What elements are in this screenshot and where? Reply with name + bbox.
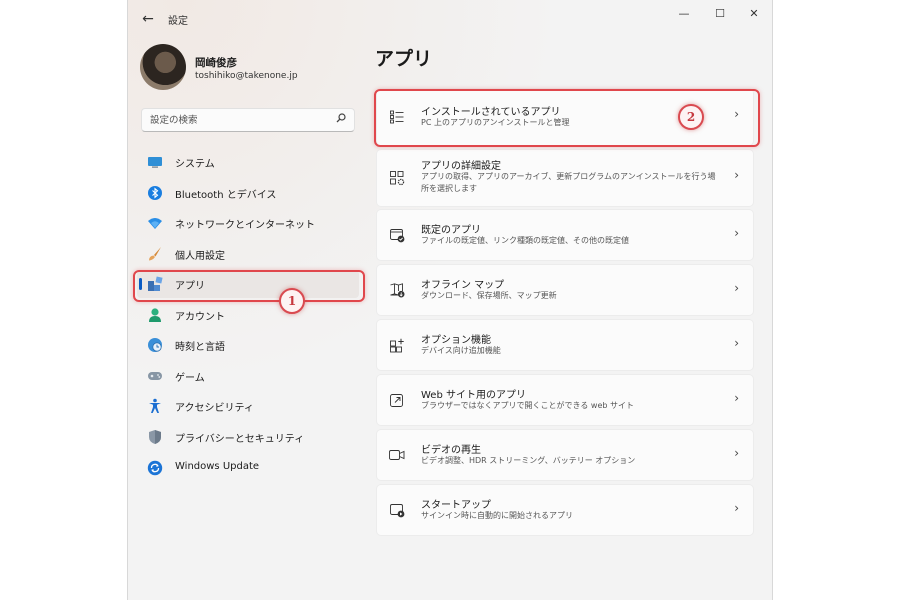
avatar[interactable] xyxy=(140,44,186,90)
sidebar-item-label: Bluetooth とデバイス xyxy=(175,190,277,201)
monitor-icon xyxy=(147,154,163,170)
sidebar-item-label: プライバシーとセキュリティ xyxy=(175,434,305,445)
bluetooth-icon xyxy=(147,185,163,201)
card-offline-maps[interactable]: オフライン マップ ダウンロード、保存場所、マップ更新 › xyxy=(376,264,754,316)
sidebar-item-label: Windows Update xyxy=(175,461,260,472)
sidebar-item-personalization[interactable]: 個人用設定 xyxy=(137,240,359,268)
step-badge-1: 1 xyxy=(279,288,305,314)
startup-icon xyxy=(389,502,405,518)
title-bar: ← 設定 — ☐ ✕ xyxy=(128,0,772,38)
sidebar-item-label: 時刻と言語 xyxy=(175,342,225,353)
wifi-icon xyxy=(147,215,163,231)
card-video-playback[interactable]: ビデオの再生 ビデオ調整、HDR ストリーミング、バッテリー オプション › xyxy=(376,429,754,481)
sidebar-item-windows-update[interactable]: Windows Update xyxy=(137,454,359,482)
step-badge-2: 2 xyxy=(678,104,704,130)
sidebar-item-accessibility[interactable]: アクセシビリティ xyxy=(137,392,359,420)
search-icon[interactable] xyxy=(336,113,346,126)
minimize-button[interactable]: — xyxy=(670,6,698,22)
card-title: オフライン マップ xyxy=(421,280,505,291)
globe-clock-icon xyxy=(147,337,163,353)
card-optional-features[interactable]: オプション機能 デバイス向け追加機能 › xyxy=(376,319,754,371)
page-title: アプリ xyxy=(375,48,433,70)
chevron-right-icon: › xyxy=(734,168,739,182)
brush-icon xyxy=(147,246,163,262)
sidebar-item-label: アカウント xyxy=(175,312,225,323)
card-description: アプリの取得、アプリのアーカイブ、更新プログラムのアンインストールを行う場所を選… xyxy=(421,172,716,193)
map-download-icon xyxy=(389,282,405,298)
card-description: サインイン時に自動的に開始されるアプリ xyxy=(421,511,573,520)
close-button[interactable]: ✕ xyxy=(740,6,768,22)
sidebar-item-accounts[interactable]: アカウント xyxy=(137,301,359,329)
card-title: 既定のアプリ xyxy=(421,225,481,236)
card-description: ダウンロード、保存場所、マップ更新 xyxy=(421,291,557,300)
card-title: アプリの詳細設定 xyxy=(421,161,501,172)
default-app-icon xyxy=(389,227,405,243)
chevron-right-icon: › xyxy=(734,446,739,460)
gamepad-icon xyxy=(147,368,163,384)
card-default-apps[interactable]: 既定のアプリ ファイルの既定値、リンク種類の既定値、その他の既定値 › xyxy=(376,209,754,261)
card-title: ビデオの再生 xyxy=(421,445,481,456)
search-box xyxy=(141,108,355,132)
card-title: オプション機能 xyxy=(421,335,491,346)
sidebar-item-label: 個人用設定 xyxy=(175,251,225,262)
chevron-right-icon: › xyxy=(734,391,739,405)
sidebar-item-label: ゲーム xyxy=(175,373,205,384)
maximize-button[interactable]: ☐ xyxy=(706,6,734,22)
shield-icon xyxy=(147,429,163,445)
sidebar-item-time-language[interactable]: 時刻と言語 xyxy=(137,331,359,359)
video-icon xyxy=(389,447,405,463)
back-button[interactable]: ← xyxy=(138,9,158,29)
accessibility-icon xyxy=(147,398,163,414)
card-startup[interactable]: スタートアップ サインイン時に自動的に開始されるアプリ › xyxy=(376,484,754,536)
user-email: toshihiko@takenone.jp xyxy=(195,71,298,81)
chevron-right-icon: › xyxy=(734,501,739,515)
card-title: Web サイト用のアプリ xyxy=(421,390,526,401)
card-description: ビデオ調整、HDR ストリーミング、バッテリー オプション xyxy=(421,456,636,465)
add-features-icon xyxy=(389,337,405,353)
update-icon xyxy=(147,460,163,476)
card-apps-for-websites[interactable]: Web サイト用のアプリ ブラウザーではなくアプリで開くことができる web サ… xyxy=(376,374,754,426)
search-input[interactable] xyxy=(150,112,330,128)
sidebar-item-label: ネットワークとインターネット xyxy=(175,220,315,231)
sidebar-item-label: システム xyxy=(175,159,215,170)
sidebar-item-gaming[interactable]: ゲーム xyxy=(137,362,359,390)
open-external-icon xyxy=(389,392,405,408)
person-icon xyxy=(147,307,163,323)
card-description: ブラウザーではなくアプリで開くことができる web サイト xyxy=(421,401,634,410)
settings-window: ← 設定 — ☐ ✕ 岡崎俊彦 toshihiko@takenone.jp シス… xyxy=(128,0,772,600)
highlight-apps-nav xyxy=(133,270,365,302)
chevron-right-icon: › xyxy=(734,336,739,350)
card-description: ファイルの既定値、リンク種類の既定値、その他の既定値 xyxy=(421,236,629,245)
sidebar-item-label: アクセシビリティ xyxy=(175,403,254,414)
sidebar-item-system[interactable]: システム xyxy=(137,148,359,176)
sidebar-item-network[interactable]: ネットワークとインターネット xyxy=(137,209,359,237)
sidebar-item-privacy[interactable]: プライバシーとセキュリティ xyxy=(137,423,359,451)
sidebar-item-bluetooth[interactable]: Bluetooth とデバイス xyxy=(137,179,359,207)
app-title: 設定 xyxy=(168,16,188,27)
chevron-right-icon: › xyxy=(734,226,739,240)
app-settings-icon xyxy=(389,170,405,186)
card-advanced-app-settings[interactable]: アプリの詳細設定 アプリの取得、アプリのアーカイブ、更新プログラムのアンインスト… xyxy=(376,149,754,207)
card-description: デバイス向け追加機能 xyxy=(421,346,501,355)
user-name: 岡崎俊彦 xyxy=(195,57,237,69)
card-title: スタートアップ xyxy=(421,500,491,511)
chevron-right-icon: › xyxy=(734,281,739,295)
